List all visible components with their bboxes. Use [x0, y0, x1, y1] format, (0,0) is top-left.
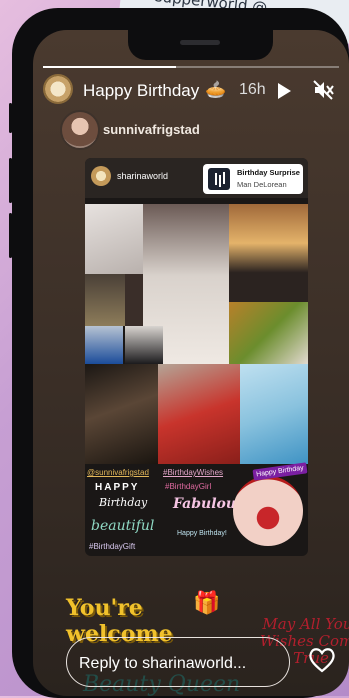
- post-author-name[interactable]: sharinaworld: [117, 171, 168, 181]
- welcome-line-1: You're: [66, 595, 143, 621]
- gift-emoji: 🎁: [193, 590, 221, 615]
- collage-photo: [125, 326, 163, 364]
- hashtag: #BirthdayGift: [89, 542, 136, 551]
- collage-photo: [85, 274, 125, 326]
- phone-notch: [128, 30, 273, 60]
- music-title: Birthday Surprise: [237, 168, 300, 177]
- play-icon[interactable]: [278, 83, 291, 99]
- profile-avatar[interactable]: [43, 74, 73, 104]
- side-button: [9, 213, 12, 258]
- beautiful-text: beautiful: [91, 518, 155, 534]
- music-sticker[interactable]: Birthday Surprise Man DeLorean: [203, 164, 303, 194]
- hashtag: #BirthdayWishes: [163, 468, 224, 477]
- reshared-post-card[interactable]: sharinaworld Birthday Surprise Man DeLor…: [85, 158, 308, 556]
- story-title: Happy Birthday: [83, 81, 200, 100]
- collage-photo: [240, 364, 308, 464]
- story-screen[interactable]: Happy Birthday 🥧 16h sunnivafrigstad sha…: [33, 30, 349, 696]
- mention-tag: @sunnivafrigstad: [87, 468, 149, 477]
- collage-photo: [229, 204, 308, 302]
- reply-placeholder[interactable]: Reply to sharinaworld...: [79, 655, 246, 673]
- phone-frame: Happy Birthday 🥧 16h sunnivafrigstad sha…: [9, 8, 349, 698]
- hashtag: #BirthdayGirl: [165, 482, 212, 491]
- music-icon: [208, 168, 230, 190]
- happy-birthday-small: Happy Birthday!: [177, 530, 227, 537]
- collage-photo: [85, 204, 143, 274]
- collage-photo: [85, 326, 123, 364]
- heart-icon[interactable]: [308, 647, 336, 673]
- happy-text: HAPPY: [95, 482, 140, 493]
- side-button: [9, 158, 12, 203]
- pie-emoji: 🥧: [205, 80, 227, 99]
- birthday-text: Birthday: [99, 496, 148, 509]
- story-timestamp: 16h: [239, 81, 266, 98]
- story-progress-bar: [43, 66, 339, 68]
- side-button: [9, 103, 12, 133]
- volume-muted-icon[interactable]: [313, 80, 335, 100]
- birthday-cake-sticker: [233, 476, 303, 546]
- post-author-avatar[interactable]: [91, 166, 111, 186]
- music-artist: Man DeLorean: [237, 180, 287, 189]
- collage-photo: [158, 364, 240, 464]
- mentioned-user-avatar[interactable]: [60, 110, 100, 150]
- collage-photo: [85, 364, 158, 464]
- collage-photo: [125, 274, 143, 326]
- mentioned-username[interactable]: sunnivafrigstad: [103, 122, 200, 137]
- collage-photo: [229, 302, 308, 364]
